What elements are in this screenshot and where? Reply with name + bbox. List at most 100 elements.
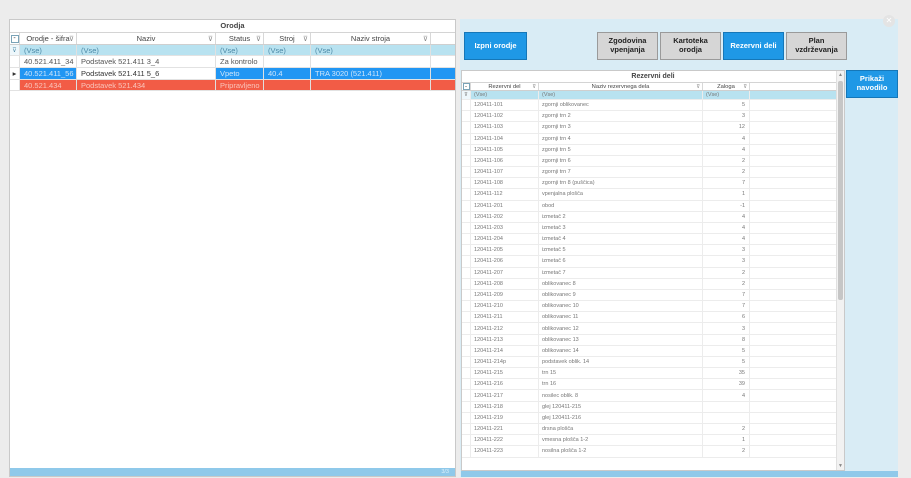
col-header-naziv-dela[interactable]: Naziv rezervnega dela ⊽ — [539, 83, 703, 90]
table-row[interactable]: 120411-223 nosilna plošča 1-2 2 — [462, 446, 844, 458]
col-header-zaloga[interactable]: Zaloga ⊽ — [703, 83, 750, 90]
table-row[interactable]: 120411-215 trn 15 35 — [462, 368, 844, 380]
header-corner[interactable]: - — [10, 33, 20, 44]
cell-naziv-dela[interactable]: oblikovanec 10 — [539, 301, 703, 312]
cell-zaloga[interactable]: 8 — [703, 334, 750, 345]
cell-sifra[interactable]: 40.521.434 — [20, 80, 77, 90]
cell-rezervni-del[interactable]: 120411-203 — [471, 222, 539, 234]
col-header-stroj[interactable]: Stroj ⊽ — [264, 33, 311, 44]
table-row[interactable]: 120411-203 izmetač 34 — [462, 222, 844, 235]
cell-rezervni-del[interactable]: 120411-107 — [471, 167, 539, 178]
cell-naziv-dela[interactable]: oblikovanec 13 — [539, 334, 703, 345]
cell-zaloga[interactable]: 35 — [703, 368, 750, 379]
cell-zaloga[interactable]: 2 — [703, 155, 750, 167]
col-header-rezervni-del[interactable]: Rezervni del ⊽ — [471, 83, 539, 90]
cell-naziv[interactable]: Podstavek 521.411 3_4 — [77, 56, 216, 67]
filter-funnel-icon[interactable]: ⊽ — [208, 35, 213, 43]
cell-rezervni-del[interactable]: 120411-103 — [471, 122, 539, 133]
scrollbar[interactable]: ▲ ▼ — [836, 71, 844, 470]
table-row[interactable]: 120411-207 izmetač 72 — [462, 267, 844, 279]
cell-status[interactable]: Za kontrolo — [216, 56, 264, 67]
cell-naziv-dela[interactable]: zgornji trn 4 — [539, 133, 703, 144]
plan-vzdrzevanja-button[interactable]: Plan vzdrževanja — [786, 32, 847, 60]
filter-cell-zaloga[interactable]: (Vse) — [703, 91, 750, 99]
izpni-orodje-button[interactable]: Izpni orodje — [464, 32, 527, 60]
table-row[interactable]: 120411-108 zgornji trn 8 (puščica) 7 — [462, 178, 844, 190]
cell-naziv-dela[interactable]: zgornji trn 3 — [539, 122, 703, 133]
table-row[interactable]: 120411-105 zgornji trn 54 — [462, 144, 844, 156]
zgodovina-vpenjanja-button[interactable]: Zgodovina vpenjanja — [597, 32, 658, 60]
cell-naziv-dela[interactable]: izmetač 3 — [539, 222, 703, 234]
cell-naziv-dela[interactable]: zgornji trn 5 — [539, 144, 703, 155]
cell-stroj[interactable]: 40.4 — [264, 68, 311, 79]
table-row[interactable]: 120411-208 oblikovanec 82 — [462, 278, 844, 290]
table-row[interactable]: 120411-104 zgornji trn 44 — [462, 133, 844, 145]
scroll-thumb[interactable] — [838, 81, 843, 300]
cell-rezervni-del[interactable]: 120411-106 — [471, 155, 539, 167]
cell-zaloga[interactable]: 12 — [703, 122, 750, 133]
cell-naziv-dela[interactable]: izmetač 7 — [539, 267, 703, 278]
cell-naziv-editing[interactable]: Podstavek 521.411 5_6 — [77, 68, 216, 79]
filter-funnel-icon[interactable]: ⊽ — [423, 35, 428, 43]
table-row[interactable]: 120411-206 izmetač 63 — [462, 256, 844, 268]
cell-zaloga[interactable]: 1 — [703, 435, 750, 446]
cell-zaloga[interactable]: 3 — [703, 111, 750, 122]
table-row[interactable]: 120411-204 izmetač 44 — [462, 234, 844, 246]
cell-rezervni-del[interactable]: 120411-223 — [471, 446, 539, 457]
cell-rezervni-del[interactable]: 120411-213 — [471, 334, 539, 345]
cell-rezervni-del[interactable]: 120411-221 — [471, 423, 539, 435]
cell-naziv-dela[interactable]: oblikovanec 12 — [539, 323, 703, 334]
cell-zaloga[interactable]: 2 — [703, 267, 750, 278]
filter-cell-naziv[interactable]: (Vse) — [77, 45, 216, 55]
table-row[interactable]: 120411-211 oblikovanec 11 6 — [462, 312, 844, 324]
table-row[interactable]: 120411-209 oblikovanec 97 — [462, 289, 844, 302]
cell-naziv-dela[interactable]: obod — [539, 200, 703, 211]
cell-zaloga[interactable]: 4 — [703, 390, 750, 401]
cell-zaloga[interactable]: 5 — [703, 100, 750, 111]
cell-rezervni-del[interactable]: 120411-105 — [471, 144, 539, 155]
cell-rezervni-del[interactable]: 120411-102 — [471, 111, 539, 122]
cell-zaloga[interactable]: 4 — [703, 144, 750, 155]
cell-naziv-dela[interactable]: trn 15 — [539, 368, 703, 379]
cell-zaloga[interactable]: 7 — [703, 301, 750, 312]
col-header-status[interactable]: Status ⊽ — [216, 33, 264, 44]
cell-naziv-dela[interactable]: glej 120411-215 — [539, 401, 703, 412]
cell-sifra[interactable]: 40.521.411_56 — [20, 68, 77, 79]
cell-naziv[interactable]: Podstavek 521.434 — [77, 80, 216, 90]
cell-zaloga[interactable]: 5 — [703, 345, 750, 356]
cell-naziv-dela[interactable]: oblikovanec 11 — [539, 312, 703, 323]
filter-cell-stroj[interactable]: (Vse) — [264, 45, 311, 55]
table-row[interactable]: 120411-210 oblikovanec 10 7 — [462, 301, 844, 313]
filter-cell-naziv-dela[interactable]: (Vse) — [539, 91, 703, 99]
cell-naziv-stroja[interactable] — [311, 80, 431, 90]
table-row[interactable]: 120411-112 vpenjalna plošča 1 — [462, 189, 844, 201]
filter-cell-sifra[interactable]: (Vse) — [20, 45, 77, 55]
filter-funnel-icon[interactable]: ⊽ — [532, 84, 536, 90]
cell-naziv-dela[interactable]: izmetač 6 — [539, 256, 703, 267]
cell-naziv-dela[interactable]: zgornji trn 6 — [539, 155, 703, 167]
cell-rezervni-del[interactable]: 120411-219 — [471, 412, 539, 423]
cell-rezervni-del[interactable]: 120411-214p — [471, 356, 539, 368]
cell-naziv-stroja[interactable] — [311, 56, 431, 67]
cell-zaloga[interactable]: 2 — [703, 446, 750, 457]
cell-rezervni-del[interactable]: 120411-204 — [471, 234, 539, 245]
filter-row[interactable]: ⊽ (Vse) (Vse) (Vse) (Vse) (Vse) — [10, 45, 455, 56]
scroll-up-icon[interactable]: ▲ — [837, 71, 844, 79]
cell-rezervni-del[interactable]: 120411-202 — [471, 211, 539, 222]
table-row[interactable]: 120411-214 oblikovanec 14 5 — [462, 345, 844, 357]
cell-rezervni-del[interactable]: 120411-217 — [471, 390, 539, 401]
table-row[interactable]: 40.521.411_34 Podstavek 521.411 3_4 Za k… — [10, 56, 455, 68]
cell-naziv-dela[interactable]: zgornji trn 2 — [539, 111, 703, 122]
cell-rezervni-del[interactable]: 120411-216 — [471, 379, 539, 390]
col-header-sifra[interactable]: Orodje - šifra ⊽ — [20, 33, 77, 44]
cell-rezervni-del[interactable]: 120411-209 — [471, 289, 539, 301]
prikazi-navodilo-button[interactable]: Prikaži navodilo — [846, 70, 898, 98]
cell-zaloga[interactable]: 3 — [703, 256, 750, 267]
cell-zaloga[interactable]: 4 — [703, 211, 750, 222]
filter-cell-rezervni-del[interactable]: (Vse) — [471, 91, 539, 99]
cell-zaloga[interactable]: 7 — [703, 289, 750, 301]
table-row[interactable]: 120411-219 glej 120411-216 — [462, 412, 844, 424]
cell-stroj[interactable] — [264, 56, 311, 67]
cell-naziv-dela[interactable]: podstavek oblik. 14 — [539, 356, 703, 368]
cell-naziv-dela[interactable]: nosilna plošča 1-2 — [539, 446, 703, 457]
